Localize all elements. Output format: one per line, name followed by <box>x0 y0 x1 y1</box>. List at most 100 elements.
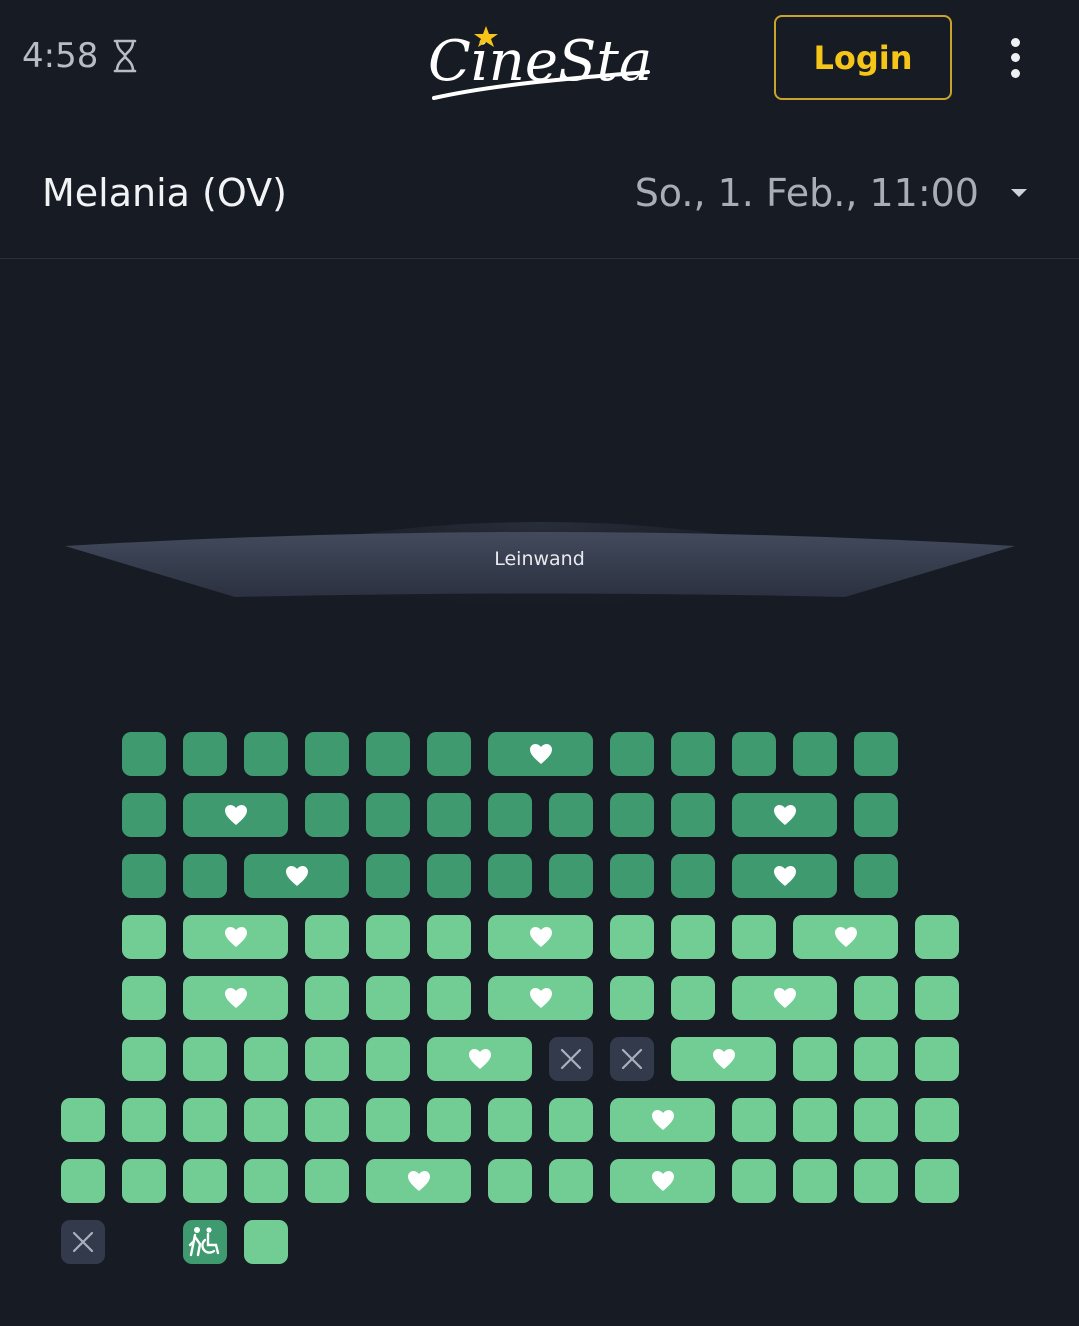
seat-love[interactable] <box>488 976 593 1020</box>
seat-wheelchair[interactable] <box>183 1220 227 1264</box>
seat-available[interactable] <box>122 1037 166 1081</box>
seat-available[interactable] <box>854 1098 898 1142</box>
seat-available[interactable] <box>366 976 410 1020</box>
seat-available[interactable] <box>61 1159 105 1203</box>
seat-available[interactable] <box>671 732 715 776</box>
seat-available[interactable] <box>854 976 898 1020</box>
occupied-x-icon <box>621 1048 643 1070</box>
seat-available[interactable] <box>305 1098 349 1142</box>
seat-available[interactable] <box>915 915 959 959</box>
seat-available[interactable] <box>244 1098 288 1142</box>
seat-available[interactable] <box>183 1098 227 1142</box>
seat-available[interactable] <box>183 1037 227 1081</box>
seat-available[interactable] <box>244 1037 288 1081</box>
seat-love[interactable] <box>183 793 288 837</box>
seat-available[interactable] <box>915 976 959 1020</box>
seat-available[interactable] <box>366 793 410 837</box>
seat-available[interactable] <box>915 1159 959 1203</box>
seat-available[interactable] <box>122 1159 166 1203</box>
seat-available[interactable] <box>122 915 166 959</box>
seat-available[interactable] <box>488 1098 532 1142</box>
seat-available[interactable] <box>61 1098 105 1142</box>
seat-available[interactable] <box>732 915 776 959</box>
seat-available[interactable] <box>427 915 471 959</box>
seat-love[interactable] <box>366 1159 471 1203</box>
seat-love[interactable] <box>488 732 593 776</box>
seat-available[interactable] <box>793 1098 837 1142</box>
seat-love[interactable] <box>488 915 593 959</box>
seat-love[interactable] <box>671 1037 776 1081</box>
seat-available[interactable] <box>671 915 715 959</box>
seat-available[interactable] <box>854 1037 898 1081</box>
seat-available[interactable] <box>610 854 654 898</box>
seat-available[interactable] <box>732 1098 776 1142</box>
seat-available[interactable] <box>183 732 227 776</box>
seat-available[interactable] <box>610 793 654 837</box>
seat-available[interactable] <box>732 732 776 776</box>
seat-available[interactable] <box>366 1098 410 1142</box>
seat-available[interactable] <box>549 793 593 837</box>
seat-available[interactable] <box>793 1037 837 1081</box>
seat-available[interactable] <box>793 1159 837 1203</box>
seat-available[interactable] <box>122 1098 166 1142</box>
seat-available[interactable] <box>549 1098 593 1142</box>
seat-available[interactable] <box>488 1159 532 1203</box>
seat-available[interactable] <box>305 732 349 776</box>
seat-love[interactable] <box>732 854 837 898</box>
seat-available[interactable] <box>122 793 166 837</box>
seat-available[interactable] <box>915 1037 959 1081</box>
seat-available[interactable] <box>549 854 593 898</box>
seat-available[interactable] <box>610 732 654 776</box>
showtime-selector[interactable]: So., 1. Feb., 11:00 <box>635 171 1027 215</box>
seat-available[interactable] <box>610 915 654 959</box>
seat-available[interactable] <box>427 793 471 837</box>
seat-available[interactable] <box>366 854 410 898</box>
seat-love[interactable] <box>610 1098 715 1142</box>
seat-love[interactable] <box>183 976 288 1020</box>
seat-available[interactable] <box>244 732 288 776</box>
seat-available[interactable] <box>427 732 471 776</box>
seat-available[interactable] <box>488 793 532 837</box>
seat-available[interactable] <box>610 976 654 1020</box>
seat-available[interactable] <box>305 1037 349 1081</box>
seat-available[interactable] <box>122 976 166 1020</box>
seat-love[interactable] <box>732 793 837 837</box>
seat-available[interactable] <box>366 1037 410 1081</box>
seat-available[interactable] <box>549 1159 593 1203</box>
seat-available[interactable] <box>305 976 349 1020</box>
seat-available[interactable] <box>427 854 471 898</box>
seat-available[interactable] <box>671 793 715 837</box>
seat-available[interactable] <box>122 732 166 776</box>
seat-love[interactable] <box>732 976 837 1020</box>
seat-available[interactable] <box>427 976 471 1020</box>
seat-available[interactable] <box>854 854 898 898</box>
seat-available[interactable] <box>488 854 532 898</box>
login-button[interactable]: Login <box>774 15 952 100</box>
seat-available[interactable] <box>183 1159 227 1203</box>
seat-available[interactable] <box>366 732 410 776</box>
more-vertical-icon[interactable] <box>1000 36 1032 80</box>
seat-available[interactable] <box>244 1159 288 1203</box>
seat-available[interactable] <box>671 976 715 1020</box>
seat-available[interactable] <box>854 1159 898 1203</box>
cinestar-logo[interactable]: CineStar <box>426 12 656 104</box>
seat-available[interactable] <box>366 915 410 959</box>
seat-available[interactable] <box>122 854 166 898</box>
seat-love[interactable] <box>793 915 898 959</box>
seat-available[interactable] <box>854 793 898 837</box>
seat-available[interactable] <box>305 793 349 837</box>
seat-love[interactable] <box>244 854 349 898</box>
seat-available[interactable] <box>183 854 227 898</box>
seat-available[interactable] <box>793 732 837 776</box>
seat-available[interactable] <box>244 1220 288 1264</box>
seat-love[interactable] <box>183 915 288 959</box>
seat-available[interactable] <box>854 732 898 776</box>
seat-available[interactable] <box>305 915 349 959</box>
seat-available[interactable] <box>427 1098 471 1142</box>
seat-available[interactable] <box>915 1098 959 1142</box>
seat-available[interactable] <box>732 1159 776 1203</box>
seat-available[interactable] <box>671 854 715 898</box>
seat-available[interactable] <box>305 1159 349 1203</box>
seat-love[interactable] <box>427 1037 532 1081</box>
seat-love[interactable] <box>610 1159 715 1203</box>
